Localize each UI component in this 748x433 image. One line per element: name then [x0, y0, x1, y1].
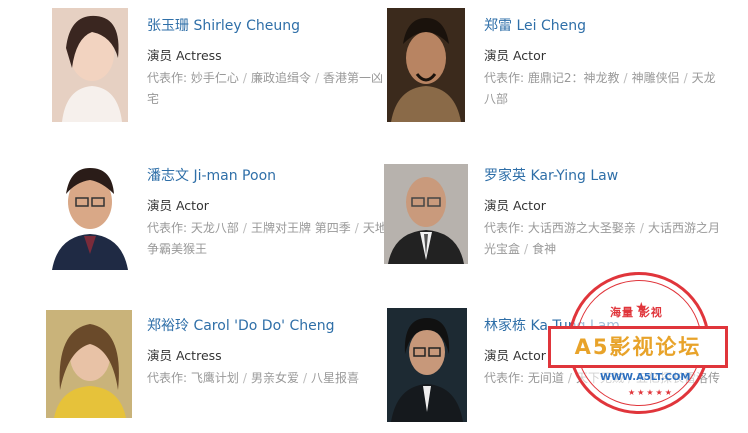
- works-label: 代表作:: [147, 371, 188, 385]
- actor-role: 演员 Actress: [147, 48, 222, 63]
- works-label: 代表作:: [147, 71, 188, 85]
- actor-photo[interactable]: [50, 158, 130, 270]
- work-link[interactable]: 神雕侠侣: [632, 71, 680, 85]
- works-label: 代表作:: [484, 221, 525, 235]
- work-link[interactable]: 鹿鼎记2：神龙教: [528, 71, 620, 85]
- actor-name-link[interactable]: 张玉珊 Shirley Cheung: [147, 15, 300, 35]
- actor-name-link[interactable]: 郑雷 Lei Cheng: [484, 15, 586, 35]
- work-link[interactable]: 食神: [532, 242, 556, 256]
- representative-works: 代表作: 天龙八部 / 王牌对王牌 第四季 / 天地争霸美猴王: [147, 221, 387, 256]
- actor-name-link[interactable]: 林家栋 Ka Tung Lam: [484, 315, 620, 335]
- works-label: 代表作:: [484, 371, 525, 385]
- cast-card: 郑雷 Lei Cheng 演员 Actor 代表作: 鹿鼎记2：神龙教 / 神雕侠侣…: [384, 6, 724, 126]
- actor-photo[interactable]: [52, 8, 128, 122]
- work-link[interactable]: 大话西游之大圣娶亲: [528, 221, 636, 235]
- work-link[interactable]: 飞鹰计划: [191, 371, 239, 385]
- work-link[interactable]: 天下无贼: [576, 371, 624, 385]
- actor-photo[interactable]: [387, 308, 467, 422]
- work-link[interactable]: 无间道: [528, 371, 564, 385]
- actor-name-link[interactable]: 郑裕玲 Carol 'Do Do' Cheng: [147, 315, 334, 335]
- cast-card: 林家栋 Ka Tung Lam 演员 Actor 代表作: 无间道 / 天下无贼 / 五…: [384, 306, 724, 426]
- actor-photo[interactable]: [387, 8, 465, 122]
- representative-works: 代表作: 飞鹰计划 / 男亲女爱 / 八星报喜: [147, 371, 360, 385]
- actor-photo[interactable]: [46, 310, 132, 418]
- cast-card: 张玉珊 Shirley Cheung 演员 Actress 代表作: 妙手仁心 /…: [46, 6, 386, 126]
- cast-card: 罗家英 Kar-Ying Law 演员 Actor 代表作: 大话西游之大圣娶亲…: [384, 156, 724, 276]
- works-label: 代表作:: [147, 221, 188, 235]
- actor-photo[interactable]: [384, 164, 468, 264]
- work-link[interactable]: 天龙八部: [191, 221, 239, 235]
- actor-name-link[interactable]: 潘志文 Ji-man Poon: [147, 165, 276, 185]
- work-link[interactable]: 八星报喜: [311, 371, 359, 385]
- work-link[interactable]: 五亿探长雷洛传: [636, 371, 720, 385]
- actor-role: 演员 Actor: [484, 348, 546, 363]
- representative-works: 代表作: 鹿鼎记2：神龙教 / 神雕侠侣 / 天龙八部: [484, 71, 716, 106]
- work-link[interactable]: 妙手仁心: [191, 71, 239, 85]
- actor-role: 演员 Actor: [147, 198, 209, 213]
- actor-name-link[interactable]: 罗家英 Kar-Ying Law: [484, 165, 618, 185]
- works-label: 代表作:: [484, 71, 525, 85]
- work-link[interactable]: 男亲女爱: [251, 371, 299, 385]
- cast-card: 潘志文 Ji-man Poon 演员 Actor 代表作: 天龙八部 / 王牌对王牌…: [46, 156, 387, 276]
- representative-works: 代表作: 无间道 / 天下无贼 / 五亿探长雷洛传: [484, 371, 721, 385]
- work-link[interactable]: 王牌对王牌 第四季: [251, 221, 351, 235]
- representative-works: 代表作: 妙手仁心 / 廉政追缉令 / 香港第一凶宅: [147, 71, 384, 106]
- representative-works: 代表作: 大话西游之大圣娶亲 / 大话西游之月光宝盒 / 食神: [484, 221, 720, 256]
- work-link[interactable]: 廉政追缉令: [251, 71, 311, 85]
- actor-role: 演员 Actor: [484, 48, 546, 63]
- actor-role: 演员 Actress: [147, 348, 222, 363]
- cast-card: 郑裕玲 Carol 'Do Do' Cheng 演员 Actress 代表作: …: [46, 306, 386, 426]
- actor-role: 演员 Actor: [484, 198, 546, 213]
